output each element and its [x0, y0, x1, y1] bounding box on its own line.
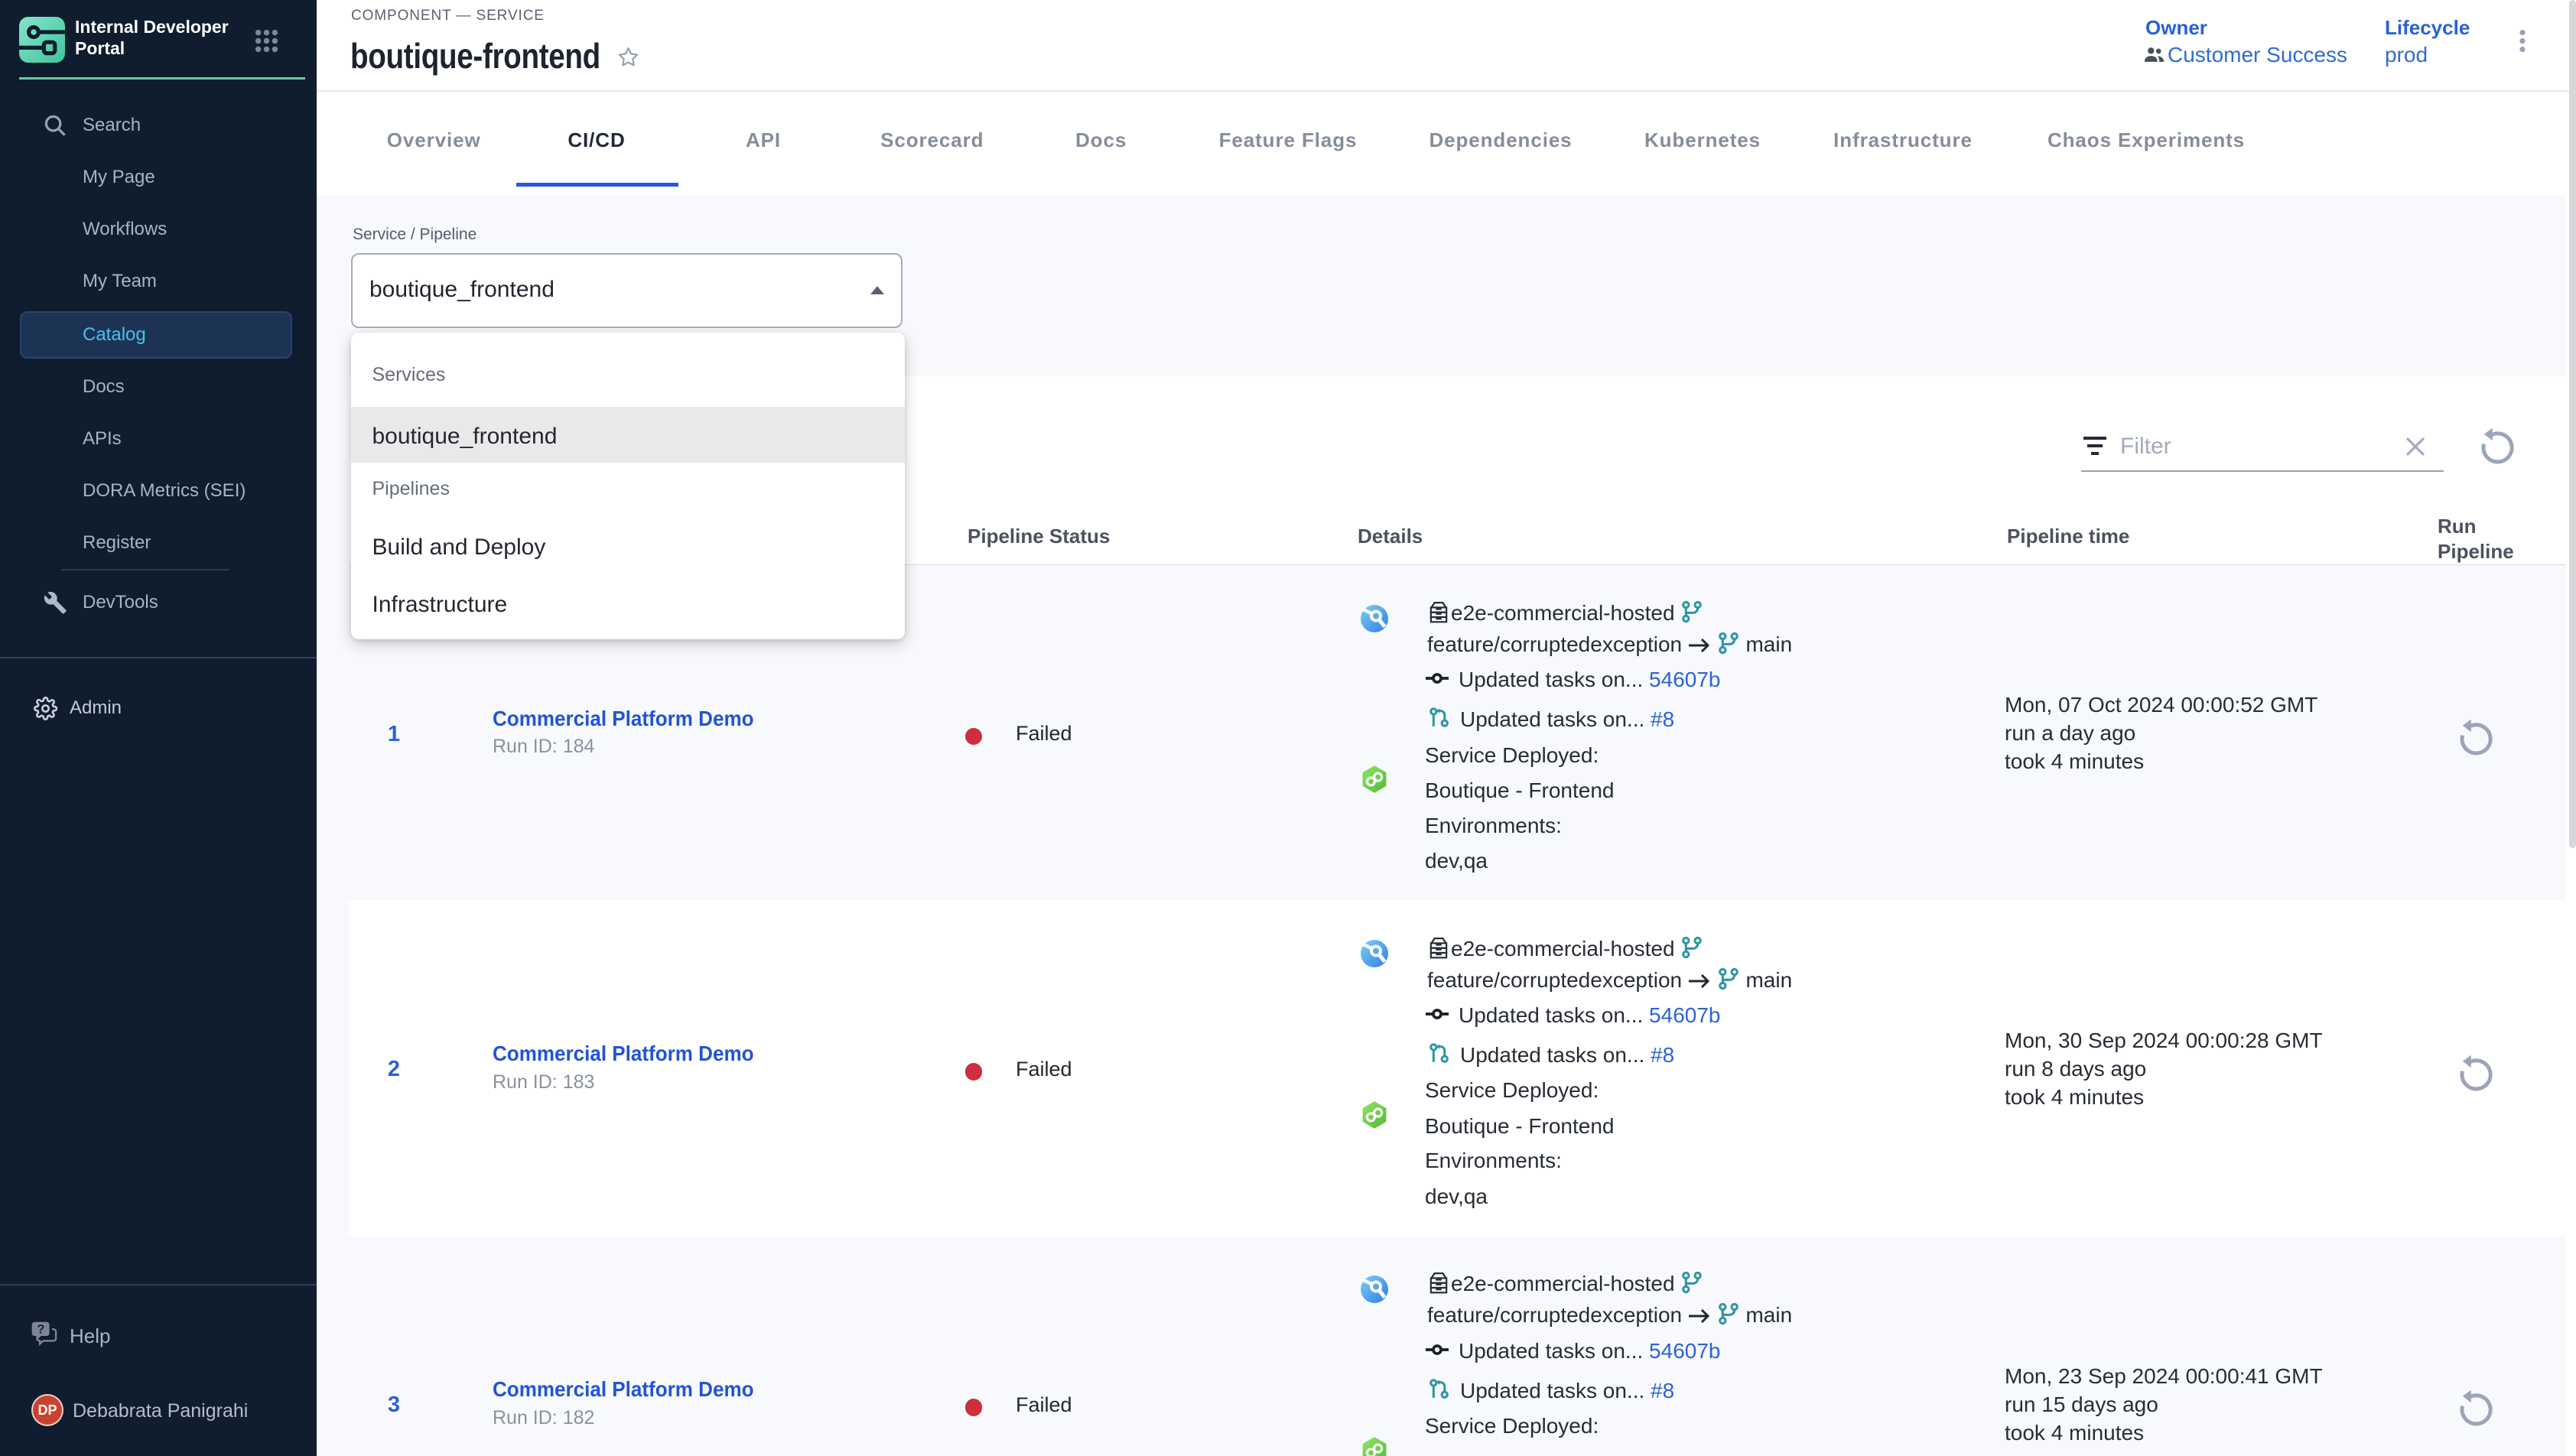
svg-text:?: ? [37, 1322, 44, 1337]
